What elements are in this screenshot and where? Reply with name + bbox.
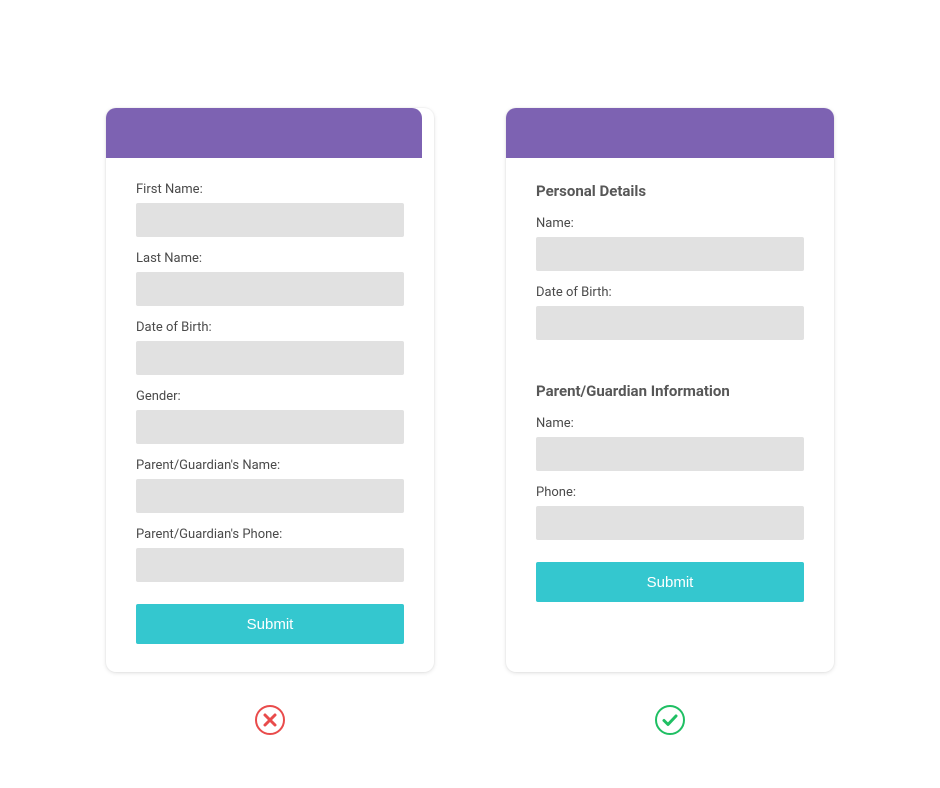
input-first-name[interactable] (136, 203, 404, 237)
input-dob-right[interactable] (536, 306, 804, 340)
label-dob-left: Date of Birth: (136, 320, 404, 335)
section-title-guardian: Parent/Guardian Information (536, 382, 804, 400)
input-gender[interactable] (136, 410, 404, 444)
input-last-name[interactable] (136, 272, 404, 306)
submit-button-right[interactable]: Submit (536, 562, 804, 602)
field-last-name: Last Name: (136, 251, 404, 306)
field-name-right: Name: (536, 216, 804, 271)
field-dob-right: Date of Birth: (536, 285, 804, 340)
form-body-bad: First Name: Last Name: Date of Birth: Ge… (106, 158, 434, 672)
form-body-good: Personal Details Name: Date of Birth: Pa… (506, 158, 834, 630)
form-card-bad: First Name: Last Name: Date of Birth: Ge… (106, 108, 434, 672)
field-dob-left: Date of Birth: (136, 320, 404, 375)
submit-button-left[interactable]: Submit (136, 604, 404, 644)
label-guardian-name-right: Name: (536, 416, 804, 431)
field-gender: Gender: (136, 389, 404, 444)
section-spacer (536, 354, 804, 382)
input-dob-left[interactable] (136, 341, 404, 375)
cross-icon (254, 704, 286, 736)
card-header-good (506, 108, 834, 158)
input-name-right[interactable] (536, 237, 804, 271)
label-guardian-phone-left: Parent/Guardian's Phone: (136, 527, 404, 542)
label-last-name: Last Name: (136, 251, 404, 266)
field-guardian-name-right: Name: (536, 416, 804, 471)
input-guardian-name-right[interactable] (536, 437, 804, 471)
input-guardian-phone-right[interactable] (536, 506, 804, 540)
label-guardian-phone-right: Phone: (536, 485, 804, 500)
input-guardian-name-left[interactable] (136, 479, 404, 513)
card-header-bad (106, 108, 422, 158)
label-first-name: First Name: (136, 182, 404, 197)
form-card-good: Personal Details Name: Date of Birth: Pa… (506, 108, 834, 672)
label-guardian-name-left: Parent/Guardian's Name: (136, 458, 404, 473)
label-dob-right: Date of Birth: (536, 285, 804, 300)
label-gender: Gender: (136, 389, 404, 404)
field-guardian-phone-right: Phone: (536, 485, 804, 540)
label-name-right: Name: (536, 216, 804, 231)
field-guardian-name-left: Parent/Guardian's Name: (136, 458, 404, 513)
check-icon (654, 704, 686, 736)
section-title-personal: Personal Details (536, 182, 804, 200)
status-icon-wrap-good (506, 704, 834, 736)
input-guardian-phone-left[interactable] (136, 548, 404, 582)
field-first-name: First Name: (136, 182, 404, 237)
status-icon-wrap-bad (106, 704, 434, 736)
field-guardian-phone-left: Parent/Guardian's Phone: (136, 527, 404, 582)
